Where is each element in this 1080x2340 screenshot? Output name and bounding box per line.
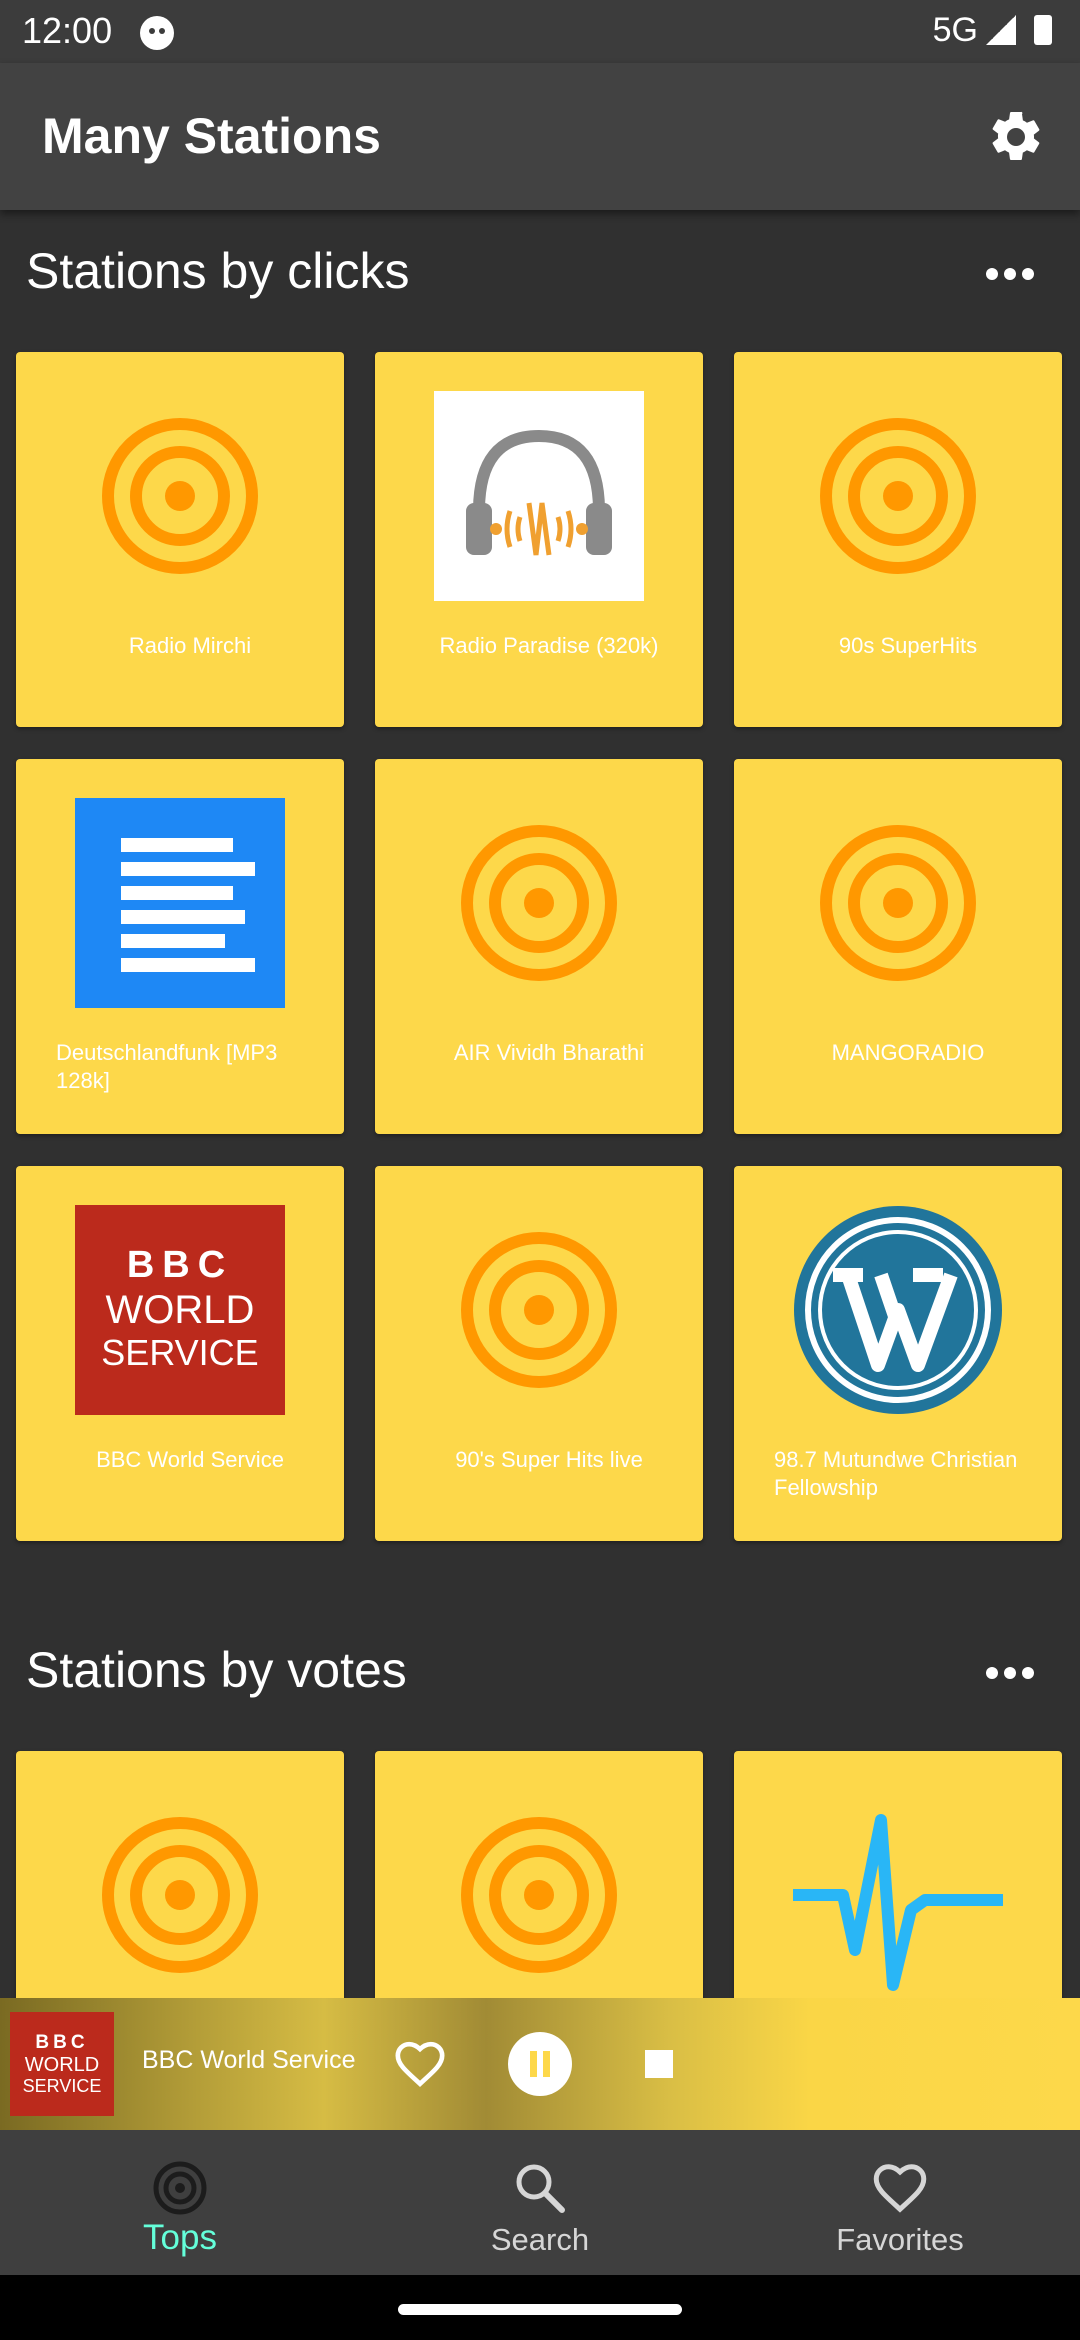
station-name: MANGORADIO: [831, 1040, 985, 1065]
radio-placeholder-icon: [461, 825, 617, 981]
settings-button[interactable]: [986, 107, 1046, 167]
logo-line: SERVICE: [101, 1332, 258, 1373]
pause-icon: [530, 2051, 550, 2077]
home-gesture-handle[interactable]: [398, 2304, 682, 2315]
station-name: 90s SuperHits: [838, 633, 978, 658]
station-tile[interactable]: Deutschlandfunk [MP3 128k]: [16, 759, 344, 1134]
station-name: AIR Vividh Bharathi: [453, 1040, 645, 1065]
radio-placeholder-icon: [820, 418, 976, 574]
section-header-clicks: Stations by clicks: [0, 228, 1080, 318]
station-name: Radio Mirchi: [128, 633, 252, 658]
status-bar: 12:00 5G: [0, 0, 1080, 63]
nav-label: Tops: [143, 2218, 217, 2257]
logo-line: SERVICE: [23, 2076, 102, 2096]
wordpress-logo: [794, 1206, 1002, 1414]
network-type: 5G: [932, 10, 978, 49]
status-indicators: 5G: [933, 10, 1052, 50]
search-icon: [516, 2164, 565, 2213]
nav-search[interactable]: Search: [360, 2130, 720, 2275]
more-button[interactable]: [980, 254, 1040, 294]
logo-line: BBC: [127, 1244, 233, 1286]
now-playing-bar[interactable]: BBC WORLD SERVICE BBC World Service: [0, 1998, 1080, 2130]
radio-placeholder-icon: [820, 825, 976, 981]
logo-line: WORLD: [106, 1288, 255, 1332]
station-name: Deutschlandfunk [MP3 128k]: [56, 1040, 278, 1093]
station-tile[interactable]: 98.7 Mutundwe Christian Fellowship: [734, 1166, 1062, 1541]
signal-icon: [986, 15, 1016, 45]
more-button[interactable]: [980, 1653, 1040, 1693]
nav-label: Favorites: [836, 2222, 964, 2257]
app-bar: Many Stations: [0, 63, 1080, 210]
station-tile[interactable]: BBC WORLD SERVICE BBC World Service: [16, 1166, 344, 1541]
gear-icon: [992, 111, 1040, 160]
station-name: 90's Super Hits live: [455, 1447, 643, 1472]
heart-icon: [873, 2164, 927, 2213]
station-tile[interactable]: MANGORADIO: [734, 759, 1062, 1134]
station-tile[interactable]: Radio Mirchi: [16, 352, 344, 727]
favorite-button[interactable]: [392, 2036, 448, 2092]
station-name: 98.7 Mutundwe Christian Fellowship: [774, 1447, 1018, 1500]
pause-button[interactable]: [508, 2032, 572, 2096]
logo-line: BBC: [35, 2032, 88, 2053]
section-title: Stations by clicks: [26, 243, 410, 299]
radio-icon: [153, 2161, 207, 2215]
bbc-world-service-logo: BBC WORLD SERVICE: [75, 1205, 285, 1415]
radio-placeholder-icon: [461, 1232, 617, 1388]
now-playing-title: BBC World Service: [142, 2046, 356, 2074]
logo-line: WORLD: [25, 2054, 99, 2076]
station-tile[interactable]: 90's Super Hits live: [375, 1166, 703, 1541]
heart-outline-icon: [395, 2041, 445, 2088]
nav-label: Search: [490, 2222, 590, 2257]
section-header-votes: Stations by votes: [0, 1627, 1080, 1717]
headphones-logo: [434, 391, 644, 601]
notification-cat-icon: [140, 16, 174, 50]
radio-placeholder-icon: [102, 418, 258, 574]
bbc-world-service-logo: BBC WORLD SERVICE: [10, 2012, 114, 2116]
station-tile[interactable]: 90s SuperHits: [734, 352, 1062, 727]
stop-button[interactable]: [645, 2050, 673, 2078]
nav-favorites[interactable]: Favorites: [720, 2130, 1080, 2275]
station-tile[interactable]: AIR Vividh Bharathi: [375, 759, 703, 1134]
more-horizontal-icon: [986, 1667, 1034, 1679]
battery-icon: [1034, 15, 1052, 45]
section-title: Stations by votes: [26, 1642, 407, 1698]
bottom-navigation: Tops Search Favorites: [0, 2130, 1080, 2275]
radio-placeholder-icon: [461, 1817, 617, 1973]
waveform-logo: [793, 1814, 1003, 1991]
station-tile[interactable]: Radio Paradise (320k): [375, 352, 703, 727]
nav-tops[interactable]: Tops: [0, 2130, 360, 2275]
radio-placeholder-icon: [102, 1817, 258, 1973]
station-name: Radio Paradise (320k): [439, 633, 659, 658]
status-time: 12:00: [22, 10, 113, 51]
app-title: Many Stations: [42, 108, 381, 164]
more-horizontal-icon: [986, 268, 1034, 280]
document-lines-logo: [75, 798, 285, 1008]
station-name: BBC World Service: [96, 1447, 284, 1472]
gesture-area: [0, 2275, 1080, 2340]
